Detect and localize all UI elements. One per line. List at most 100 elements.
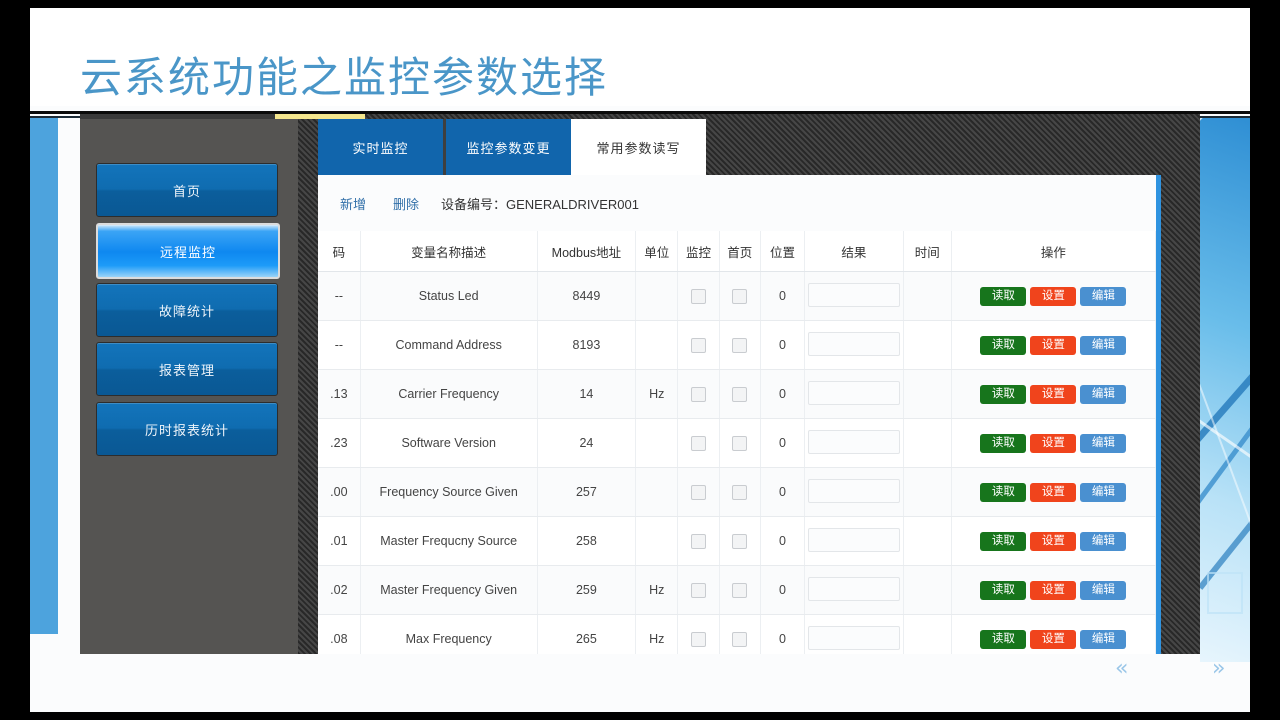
read-button[interactable]: 读取 [980,287,1026,306]
set-button[interactable]: 设置 [1030,532,1076,551]
cell-monitor-checkbox[interactable] [678,615,719,655]
cell-position: 0 [760,517,804,566]
result-input[interactable] [808,430,900,454]
edit-button[interactable]: 编辑 [1080,483,1126,502]
read-button[interactable]: 读取 [980,581,1026,600]
cell-result[interactable] [805,370,904,419]
cell-code: -- [318,272,360,321]
slide-title-band: 云系统功能之监控参数选择 [30,8,1250,106]
cell-result[interactable] [805,321,904,370]
cell-variable-name: Master Frequcny Source [360,517,537,566]
cell-result[interactable] [805,419,904,468]
result-input[interactable] [808,283,900,307]
cell-monitor-checkbox[interactable] [678,321,719,370]
cell-home-checkbox[interactable] [719,370,760,419]
home-checkbox[interactable] [732,387,747,402]
home-checkbox[interactable] [732,583,747,598]
monitor-checkbox[interactable] [691,534,706,549]
cell-result[interactable] [805,517,904,566]
cell-home-checkbox[interactable] [719,468,760,517]
set-button[interactable]: 设置 [1030,581,1076,600]
home-checkbox[interactable] [732,289,747,304]
home-checkbox[interactable] [732,632,747,647]
edit-button[interactable]: 编辑 [1080,532,1126,551]
tab-monitor-param-change[interactable]: 监控参数变更 [446,119,571,175]
home-checkbox[interactable] [732,485,747,500]
prev-slide-arrow[interactable]: « [1115,656,1128,681]
result-input[interactable] [808,381,900,405]
tab-realtime-monitoring[interactable]: 实时监控 [318,119,443,175]
monitor-checkbox[interactable] [691,289,706,304]
cell-home-checkbox[interactable] [719,517,760,566]
tab-common-param-rw[interactable]: 常用参数读写 [571,119,706,175]
cell-home-checkbox[interactable] [719,419,760,468]
add-button[interactable]: 新增 [340,194,366,213]
decorative-photo [1200,118,1250,662]
set-button[interactable]: 设置 [1030,336,1076,355]
edit-button[interactable]: 编辑 [1080,434,1126,453]
edit-button[interactable]: 编辑 [1080,287,1126,306]
cell-modbus-address: 257 [537,468,636,517]
sidebar-item-home[interactable]: 首页 [96,163,278,217]
monitor-checkbox[interactable] [691,485,706,500]
cell-home-checkbox[interactable] [719,615,760,655]
set-button[interactable]: 设置 [1030,483,1076,502]
read-button[interactable]: 读取 [980,532,1026,551]
sidebar-item-fault-stats[interactable]: 故障统计 [96,283,278,337]
next-slide-arrow[interactable]: » [1212,656,1225,681]
parameter-table-scroll[interactable]: 码 变量名称描述 Modbus地址 单位 监控 首页 位置 结果 时间 操作 [318,231,1156,654]
cell-result[interactable] [805,566,904,615]
set-button[interactable]: 设置 [1030,630,1076,649]
delete-button[interactable]: 删除 [393,194,419,213]
result-input[interactable] [808,577,900,601]
edit-button[interactable]: 编辑 [1080,385,1126,404]
monitor-checkbox[interactable] [691,338,706,353]
set-button[interactable]: 设置 [1030,287,1076,306]
edit-button[interactable]: 编辑 [1080,336,1126,355]
edit-button[interactable]: 编辑 [1080,581,1126,600]
set-button[interactable]: 设置 [1030,385,1076,404]
home-checkbox[interactable] [732,436,747,451]
result-input[interactable] [808,626,900,650]
cell-monitor-checkbox[interactable] [678,517,719,566]
sidebar-item-remote-monitoring[interactable]: 远程监控 [96,223,280,279]
sidebar-item-history-report[interactable]: 历时报表统计 [96,402,278,456]
sidebar-item-report-mgmt[interactable]: 报表管理 [96,342,278,396]
cell-variable-name: Master Frequency Given [360,566,537,615]
cell-home-checkbox[interactable] [719,272,760,321]
result-input[interactable] [808,479,900,503]
read-button[interactable]: 读取 [980,336,1026,355]
read-button[interactable]: 读取 [980,385,1026,404]
monitor-checkbox[interactable] [691,387,706,402]
vertical-scrollbar[interactable] [1156,175,1161,654]
cell-home-checkbox[interactable] [719,321,760,370]
edit-button[interactable]: 编辑 [1080,630,1126,649]
read-button[interactable]: 读取 [980,483,1026,502]
cell-modbus-address: 259 [537,566,636,615]
cell-result[interactable] [805,615,904,655]
cell-code: .23 [318,419,360,468]
cell-operation: 读取设置编辑 [951,272,1155,321]
cell-position: 0 [760,272,804,321]
cell-monitor-checkbox[interactable] [678,419,719,468]
read-button[interactable]: 读取 [980,434,1026,453]
monitor-checkbox[interactable] [691,583,706,598]
read-button[interactable]: 读取 [980,630,1026,649]
cell-monitor-checkbox[interactable] [678,566,719,615]
home-checkbox[interactable] [732,338,747,353]
cell-monitor-checkbox[interactable] [678,272,719,321]
cell-home-checkbox[interactable] [719,566,760,615]
home-checkbox[interactable] [732,534,747,549]
set-button[interactable]: 设置 [1030,434,1076,453]
cell-monitor-checkbox[interactable] [678,468,719,517]
cell-result[interactable] [805,272,904,321]
monitor-checkbox[interactable] [691,436,706,451]
cell-code: .13 [318,370,360,419]
table-row: .01Master Frequcny Source2580读取设置编辑 [318,517,1156,566]
monitor-checkbox[interactable] [691,632,706,647]
result-input[interactable] [808,528,900,552]
result-input[interactable] [808,332,900,356]
sidebar-item-label: 首页 [173,181,201,200]
cell-result[interactable] [805,468,904,517]
cell-monitor-checkbox[interactable] [678,370,719,419]
